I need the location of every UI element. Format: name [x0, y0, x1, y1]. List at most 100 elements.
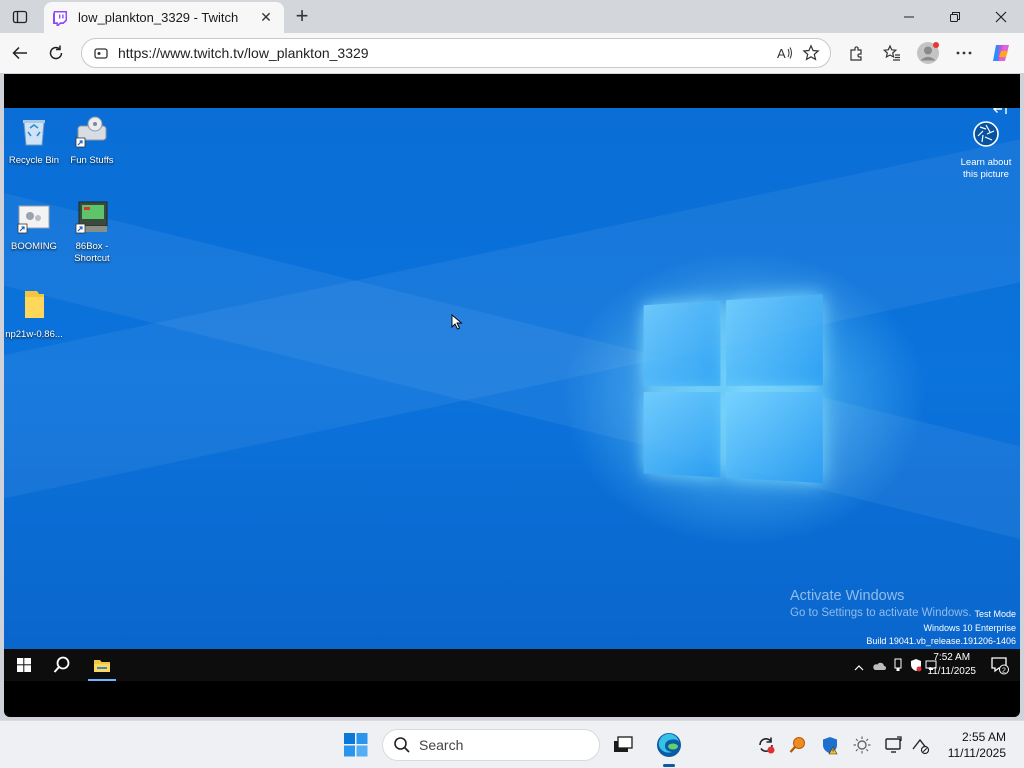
- refresh-button[interactable]: [42, 39, 70, 67]
- close-tab-icon[interactable]: ✕: [256, 8, 276, 28]
- tray-display-icon[interactable]: [880, 731, 908, 759]
- vm-clock[interactable]: 7:52 AM 11/11/2025: [927, 651, 976, 679]
- vm-notifications-button[interactable]: 2: [990, 655, 1010, 680]
- mouse-cursor-icon: [451, 314, 463, 330]
- url-text[interactable]: https://www.twitch.tv/low_plankton_3329: [118, 45, 772, 61]
- host-clock[interactable]: 2:55 AM 11/11/2025: [948, 729, 1006, 761]
- shortcut-icon: [75, 201, 108, 234]
- copilot-icon: [993, 45, 1009, 61]
- back-arrow-icon: [12, 46, 27, 60]
- close-window-button[interactable]: [978, 0, 1024, 33]
- task-view-icon: [614, 736, 633, 752]
- build-watermark: Test Mode Windows 10 Enterprise Build 19…: [866, 608, 1016, 649]
- browser-tab-bar: low_plankton_3329 - Twitch ✕ +: [0, 0, 1024, 33]
- desktop-icon-np21w[interactable]: np21w-0.86...: [4, 288, 64, 341]
- windows-start-icon: [344, 733, 368, 757]
- vm-search-button[interactable]: [44, 649, 80, 681]
- tray-security-shield-icon[interactable]: [816, 731, 844, 759]
- vm-file-explorer-button[interactable]: [84, 649, 120, 681]
- desktop-icon-label: BOOMING: [11, 241, 57, 252]
- camera-lens-icon: [973, 121, 999, 147]
- remote-desktop[interactable]: Recycle Bin Fun Stuffs BOOMING 86Box - S…: [4, 108, 1020, 649]
- host-taskbar: Search 2:55 AM 11/11/2025: [0, 720, 1024, 768]
- edge-browser-icon: [657, 733, 681, 757]
- tab-title: low_plankton_3329 - Twitch: [78, 10, 239, 25]
- tray-sync-icon[interactable]: [752, 731, 780, 759]
- restore-icon: [950, 11, 960, 22]
- desktop-icon-label: Recycle Bin: [8, 155, 60, 166]
- tab-actions-button[interactable]: [6, 4, 34, 30]
- host-date: 11/11/2025: [947, 746, 1006, 760]
- desktop-icon-recycle-bin[interactable]: Recycle Bin: [4, 114, 64, 167]
- back-button[interactable]: [6, 39, 34, 67]
- copilot-button[interactable]: [987, 39, 1015, 67]
- shortcut-icon: [75, 116, 107, 148]
- minimize-icon: [904, 16, 914, 17]
- host-time: 2:55 AM: [961, 730, 1006, 744]
- desktop-icon-booming[interactable]: BOOMING: [4, 200, 64, 253]
- favorites-list-icon: [883, 44, 900, 61]
- desktop-icon-label: Fun Stuffs: [70, 155, 114, 166]
- edition-text: Windows 10 Enterprise: [923, 622, 1016, 633]
- notification-count: 2: [1002, 667, 1006, 674]
- twitch-favicon-icon: [53, 10, 67, 26]
- vm-usb-icon[interactable]: [893, 658, 903, 677]
- address-bar[interactable]: https://www.twitch.tv/low_plankton_3329 …: [81, 38, 831, 68]
- read-aloud-icon[interactable]: A: [772, 40, 798, 66]
- new-tab-button[interactable]: +: [290, 3, 314, 28]
- learn-about-picture[interactable]: Learn about this picture: [952, 108, 1020, 181]
- vm-security-icon[interactable]: [910, 658, 922, 677]
- more-dots-icon: [956, 51, 972, 55]
- refresh-icon: [49, 45, 63, 60]
- windows-logo-wallpaper: [643, 294, 825, 496]
- activate-title: Activate Windows: [790, 588, 905, 604]
- tray-network-off-icon[interactable]: [906, 731, 934, 759]
- search-icon: [394, 737, 410, 753]
- vm-start-button[interactable]: [6, 649, 42, 681]
- collapse-arrow-icon[interactable]: [952, 108, 1020, 120]
- vm-taskbar: 7:52 AM 11/11/2025 2: [4, 649, 1020, 681]
- site-info-icon[interactable]: [94, 46, 108, 60]
- learn-about-label: Learn about this picture: [960, 157, 1012, 180]
- restore-button[interactable]: [932, 0, 978, 33]
- recycle-bin-icon: [23, 120, 45, 146]
- windows-start-icon: [17, 658, 31, 672]
- svg-text:A: A: [777, 46, 786, 60]
- start-button[interactable]: [342, 731, 370, 759]
- action-center-icon: 2: [991, 657, 1009, 675]
- taskbar-search-box[interactable]: Search: [382, 729, 600, 761]
- desktop-icon-fun-stuffs[interactable]: Fun Stuffs: [62, 114, 122, 167]
- tray-search-app-icon[interactable]: [784, 731, 812, 759]
- favorite-star-icon[interactable]: [798, 40, 824, 66]
- active-tab[interactable]: low_plankton_3329 - Twitch ✕: [44, 2, 284, 33]
- desktop-icon-86box-shortcut[interactable]: 86Box - Shortcut: [62, 200, 122, 265]
- video-player[interactable]: Recycle Bin Fun Stuffs BOOMING 86Box - S…: [4, 74, 1020, 717]
- build-text: Build 19041.vb_release.191206-1406: [866, 636, 1016, 646]
- settings-more-button[interactable]: [950, 39, 978, 67]
- edge-taskbar-button[interactable]: [655, 731, 683, 767]
- browser-toolbar: https://www.twitch.tv/low_plankton_3329 …: [0, 33, 1024, 73]
- folder-icon: [25, 291, 44, 318]
- profile-avatar-icon: [917, 42, 939, 64]
- active-app-indicator: [663, 764, 675, 767]
- test-mode-text: Test Mode: [974, 609, 1016, 619]
- desktop-icon-label: 86Box - Shortcut: [74, 241, 110, 264]
- profile-button[interactable]: [914, 39, 942, 67]
- task-view-button[interactable]: [609, 731, 637, 759]
- extensions-icon: [850, 46, 862, 61]
- vm-date: 11/11/2025: [927, 666, 976, 677]
- vm-onedrive-icon[interactable]: [872, 658, 886, 676]
- vm-show-hidden-icons[interactable]: [854, 659, 864, 677]
- close-icon: [995, 11, 1007, 22]
- tray-brightness-icon[interactable]: [848, 731, 876, 759]
- search-icon: [53, 656, 70, 673]
- file-explorer-icon: [94, 659, 110, 672]
- search-placeholder: Search: [419, 737, 464, 753]
- shortcut-icon: [17, 205, 50, 234]
- tab-actions-icon: [12, 10, 28, 24]
- extensions-button[interactable]: [842, 39, 870, 67]
- desktop-icon-label: np21w-0.86...: [5, 329, 63, 340]
- minimize-button[interactable]: [886, 0, 932, 33]
- favorites-button[interactable]: [878, 39, 906, 67]
- vm-time: 7:52 AM: [933, 652, 971, 663]
